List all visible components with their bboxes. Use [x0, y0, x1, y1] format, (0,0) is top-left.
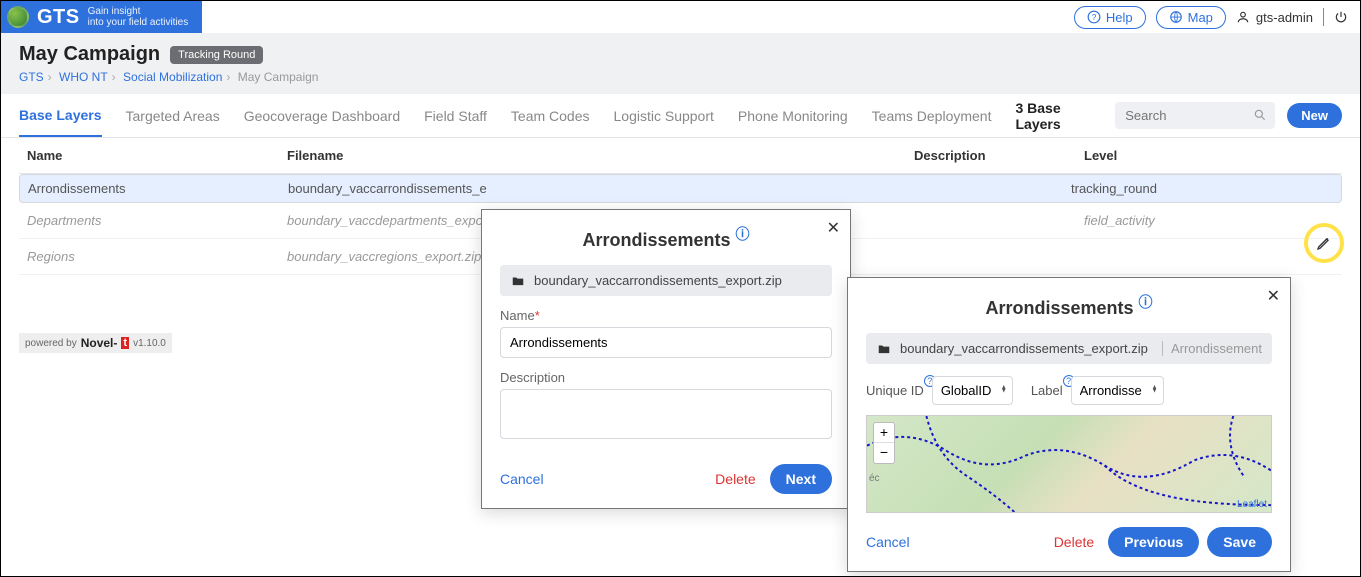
folder-icon: [510, 274, 526, 288]
map-corner-label: éc: [869, 473, 880, 484]
help-button[interactable]: ? Help: [1074, 6, 1146, 29]
modal-title: Arrondissements: [582, 230, 730, 250]
cell-name: Regions: [27, 249, 287, 264]
crumb-who[interactable]: WHO NT: [59, 70, 108, 84]
layer-count: 3 Base Layers: [1015, 100, 1103, 132]
col-filename: Filename: [287, 148, 914, 163]
brand-block[interactable]: GTS Gain insight into your field activit…: [1, 1, 202, 33]
delete-button[interactable]: Delete: [1054, 534, 1094, 550]
file-chip: boundary_vaccarrondissements_export.zip: [500, 265, 832, 296]
edit-layer-modal-step2: ✕ Arrondissements ⓘ boundary_vaccarrondi…: [847, 277, 1291, 572]
crumb-gts[interactable]: GTS: [19, 70, 44, 84]
map-preview[interactable]: + − éc Leaflet: [866, 415, 1272, 513]
tab-geocoverage[interactable]: Geocoverage Dashboard: [244, 96, 400, 136]
edit-row-button[interactable]: [1304, 223, 1344, 263]
col-level: Level: [1084, 148, 1284, 163]
user-menu[interactable]: gts-admin: [1236, 10, 1313, 25]
cancel-button[interactable]: Cancel: [866, 534, 910, 550]
cell-level: field_activity: [1084, 213, 1284, 228]
help-label: Help: [1106, 10, 1133, 25]
name-label: Name*: [500, 308, 832, 323]
table-row[interactable]: Arrondissements boundary_vaccarrondissem…: [19, 174, 1342, 203]
power-icon[interactable]: [1334, 10, 1348, 24]
cell-name: Departments: [27, 213, 287, 228]
leaflet-attribution[interactable]: Leaflet: [1237, 499, 1267, 510]
crumb-social[interactable]: Social Mobilization: [123, 70, 222, 84]
new-button[interactable]: New: [1287, 103, 1342, 128]
user-name: gts-admin: [1256, 10, 1313, 25]
search-input[interactable]: [1115, 102, 1275, 129]
zoom-in-button[interactable]: +: [874, 423, 894, 443]
close-icon[interactable]: ✕: [1267, 286, 1280, 306]
help-icon[interactable]: ⓘ: [736, 226, 750, 242]
zoom-controls: + −: [873, 422, 895, 464]
brand-logo: [7, 6, 29, 28]
cell-level: tracking_round: [1071, 181, 1271, 196]
tab-team-codes[interactable]: Team Codes: [511, 96, 590, 136]
cell-name: Arrondissements: [28, 181, 288, 196]
edit-layer-modal-step1: ✕ Arrondissements ⓘ boundary_vaccarrondi…: [481, 209, 851, 509]
folder-icon: [876, 342, 892, 356]
tab-field-staff[interactable]: Field Staff: [424, 96, 487, 136]
description-label: Description: [500, 370, 832, 385]
next-button[interactable]: Next: [770, 464, 832, 494]
previous-button[interactable]: Previous: [1108, 527, 1199, 557]
col-description: Description: [914, 148, 1084, 163]
brand-name: GTS: [37, 6, 80, 29]
cell-file: boundary_vaccarrondissements_e: [288, 181, 901, 196]
tab-logistic[interactable]: Logistic Support: [614, 96, 714, 136]
help-icon[interactable]: ⓘ: [1139, 294, 1153, 310]
label-select[interactable]: Arrondisse: [1071, 376, 1164, 405]
close-icon[interactable]: ✕: [827, 218, 840, 238]
name-input[interactable]: [500, 327, 832, 358]
search-icon: [1253, 108, 1267, 122]
unique-id-label: Unique ID: [866, 383, 924, 398]
brand-tagline-1: Gain insight: [88, 6, 189, 17]
tab-teams-deploy[interactable]: Teams Deployment: [872, 96, 992, 136]
description-input[interactable]: [500, 389, 832, 439]
unique-id-select[interactable]: GlobalID: [932, 376, 1013, 405]
label-label: Label: [1031, 383, 1063, 398]
zoom-out-button[interactable]: −: [874, 443, 894, 463]
tab-base-layers[interactable]: Base Layers: [19, 95, 102, 137]
file-chip: boundary_vaccarrondissements_export.zip …: [866, 333, 1272, 364]
crumb-current: May Campaign: [238, 70, 319, 84]
tab-targeted-areas[interactable]: Targeted Areas: [126, 96, 220, 136]
page-title: May Campaign: [19, 43, 160, 66]
col-name: Name: [27, 148, 287, 163]
tracking-round-badge: Tracking Round: [170, 46, 263, 64]
modal-title: Arrondissements: [985, 298, 1133, 318]
pencil-icon: [1316, 235, 1332, 251]
breadcrumb: GTS› WHO NT› Social Mobilization› May Ca…: [19, 70, 1342, 84]
save-button[interactable]: Save: [1207, 527, 1272, 557]
tab-phone[interactable]: Phone Monitoring: [738, 96, 848, 136]
brand-tagline-2: into your field activities: [88, 17, 189, 28]
help-icon: ?: [1087, 10, 1101, 24]
user-icon: [1236, 10, 1250, 24]
map-label: Map: [1188, 10, 1213, 25]
globe-icon: [1169, 10, 1183, 24]
powered-by-footer: powered by Novel-t v1.10.0: [19, 333, 172, 353]
cancel-button[interactable]: Cancel: [500, 471, 544, 487]
delete-button[interactable]: Delete: [715, 471, 755, 487]
file-name: boundary_vaccarrondissements_export.zip: [534, 273, 782, 288]
file-layer-name: Arrondissement: [1162, 341, 1262, 356]
separator: [1323, 8, 1324, 26]
svg-text:?: ?: [1092, 13, 1097, 22]
map-button[interactable]: Map: [1156, 6, 1226, 29]
file-name: boundary_vaccarrondissements_export.zip: [900, 341, 1148, 356]
